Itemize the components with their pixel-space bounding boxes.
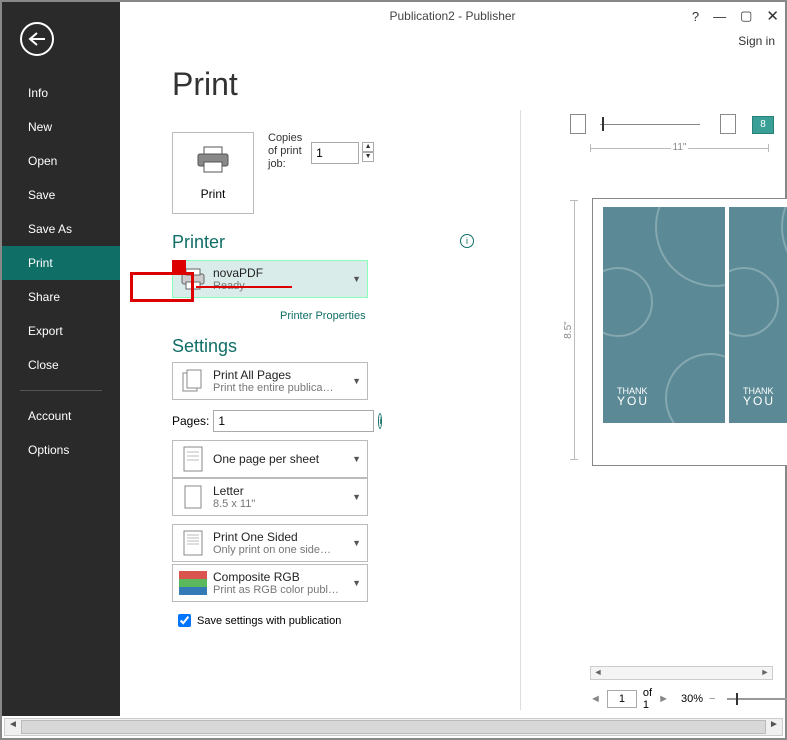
ruler-width-label: 11" xyxy=(671,142,689,153)
preview-card-1: THANKYOU xyxy=(603,207,725,423)
help-button[interactable]: ? xyxy=(692,9,699,24)
preview-nav-bar: ◄ of 1 ► 30% − + ⛶ xyxy=(590,688,773,710)
print-range-title: Print All Pages xyxy=(213,368,348,382)
pages-info-icon[interactable]: i xyxy=(378,413,382,429)
prev-page-button[interactable]: ◄ xyxy=(590,693,601,705)
printer-dropdown[interactable]: novaPDF Ready ▼ xyxy=(172,260,368,298)
print-range-dropdown[interactable]: Print All Pages Print the entire publica… xyxy=(172,362,368,400)
window-hscroll[interactable]: ◄ ► xyxy=(4,718,783,736)
page-title: Print xyxy=(172,66,785,103)
chevron-down-icon: ▼ xyxy=(352,376,361,386)
ruler-height-label: 8.5" xyxy=(563,321,574,338)
sidebar-item-open[interactable]: Open xyxy=(2,144,120,178)
annotation-marker xyxy=(172,260,186,272)
main-panel: Publication2 - Publisher ? — ▢ ✕ Sign in… xyxy=(120,2,785,716)
paper-icon xyxy=(179,483,207,511)
color-model-sub: Print as RGB color publ… xyxy=(213,584,348,596)
copies-input[interactable] xyxy=(311,142,359,164)
sidebar-item-share[interactable]: Share xyxy=(2,280,120,314)
pages-input[interactable] xyxy=(213,410,374,432)
first-page-icon[interactable] xyxy=(570,114,586,134)
print-button[interactable]: Print xyxy=(172,132,254,214)
copies-label: Copies of print job: xyxy=(268,132,308,171)
settings-heading: Settings xyxy=(172,336,237,357)
one-sided-icon xyxy=(179,529,207,557)
minimize-button[interactable]: — xyxy=(713,9,726,24)
page-number-input[interactable] xyxy=(607,690,637,708)
paper-sub: 8.5 x 11" xyxy=(213,498,348,510)
sidebar-item-info[interactable]: Info xyxy=(2,76,120,110)
pages-row: Pages: i xyxy=(172,410,368,432)
sidebar-item-options[interactable]: Options xyxy=(2,433,120,467)
sidebar-item-saveas[interactable]: Save As xyxy=(2,212,120,246)
pages-per-sheet-title: One page per sheet xyxy=(213,452,348,466)
chevron-down-icon: ▼ xyxy=(352,454,361,464)
color-model-title: Composite RGB xyxy=(213,570,348,584)
sidebar-item-new[interactable]: New xyxy=(2,110,120,144)
pages-per-sheet-dropdown[interactable]: One page per sheet ▼ xyxy=(172,440,368,478)
zoom-out-button[interactable]: − xyxy=(709,693,715,705)
vertical-ruler: 8.5" xyxy=(568,200,582,460)
copies-spinner[interactable]: ▲▼ xyxy=(362,142,374,162)
annotation-arrow xyxy=(196,286,292,288)
page-total-label: of 1 xyxy=(643,687,652,711)
vertical-divider xyxy=(520,110,521,710)
duplex-dropdown[interactable]: Print One Sided Only print on one side… … xyxy=(172,524,368,562)
print-range-sub: Print the entire publica… xyxy=(213,382,348,394)
sidebar-item-close[interactable]: Close xyxy=(2,348,120,382)
print-button-label: Print xyxy=(201,187,226,201)
preview-card-2: THANKYOU xyxy=(729,207,787,423)
rgb-swatch-icon xyxy=(179,569,207,597)
paper-title: Letter xyxy=(213,484,348,498)
pages-icon xyxy=(179,367,207,395)
sidebar-item-account[interactable]: Account xyxy=(2,399,120,433)
zoom-slider[interactable] xyxy=(727,698,787,700)
multi-page-badge[interactable]: 8 xyxy=(752,116,774,134)
maximize-button[interactable]: ▢ xyxy=(740,8,752,24)
paper-size-dropdown[interactable]: Letter 8.5 x 11" ▼ xyxy=(172,478,368,516)
last-page-icon[interactable] xyxy=(720,114,736,134)
backstage-sidebar: Info New Open Save Save As Print Share E… xyxy=(2,2,120,716)
chevron-down-icon: ▼ xyxy=(352,578,361,588)
single-page-icon xyxy=(179,445,207,473)
chevron-down-icon: ▼ xyxy=(352,492,361,502)
next-page-button[interactable]: ► xyxy=(658,693,669,705)
color-model-dropdown[interactable]: Composite RGB Print as RGB color publ… ▼ xyxy=(172,564,368,602)
horizontal-ruler: 11" xyxy=(590,144,769,160)
signin-link[interactable]: Sign in xyxy=(738,34,775,48)
page-preview: THANKYOU THANKYOU xyxy=(592,198,787,466)
chevron-down-icon: ▼ xyxy=(352,538,361,548)
back-button[interactable] xyxy=(20,22,54,56)
sidebar-item-print[interactable]: Print xyxy=(2,246,120,280)
print-preview-area: 8 11" 8.5" THANKYOU xyxy=(530,110,779,710)
save-settings-label: Save settings with publication xyxy=(197,615,341,627)
printer-name: novaPDF xyxy=(213,266,348,280)
duplex-sub: Only print on one side… xyxy=(213,544,348,556)
card-text-1-bottom: YOU xyxy=(617,394,649,408)
pages-label: Pages: xyxy=(172,414,209,428)
chevron-down-icon: ▼ xyxy=(352,274,361,284)
zoom-label: 30% xyxy=(681,693,703,705)
window-title: Publication2 - Publisher xyxy=(389,9,515,23)
sidebar-item-save[interactable]: Save xyxy=(2,178,120,212)
preview-hscroll[interactable]: ◄ ► xyxy=(590,666,773,680)
printer-info-icon[interactable]: i xyxy=(460,234,474,248)
sidebar-separator xyxy=(20,390,102,391)
page-slider-1[interactable] xyxy=(600,124,700,125)
card-text-2-bottom: YOU xyxy=(743,394,775,408)
save-settings-checkbox[interactable]: Save settings with publication xyxy=(178,614,341,627)
save-settings-input[interactable] xyxy=(178,614,191,627)
sidebar-item-export[interactable]: Export xyxy=(2,314,120,348)
copies-group: Copies of print job: ▲▼ xyxy=(268,132,374,171)
duplex-title: Print One Sided xyxy=(213,530,348,544)
printer-properties-link[interactable]: Printer Properties xyxy=(280,310,366,322)
printer-heading: Printer xyxy=(172,232,225,253)
printer-icon xyxy=(196,146,230,181)
close-button[interactable]: ✕ xyxy=(766,7,779,25)
